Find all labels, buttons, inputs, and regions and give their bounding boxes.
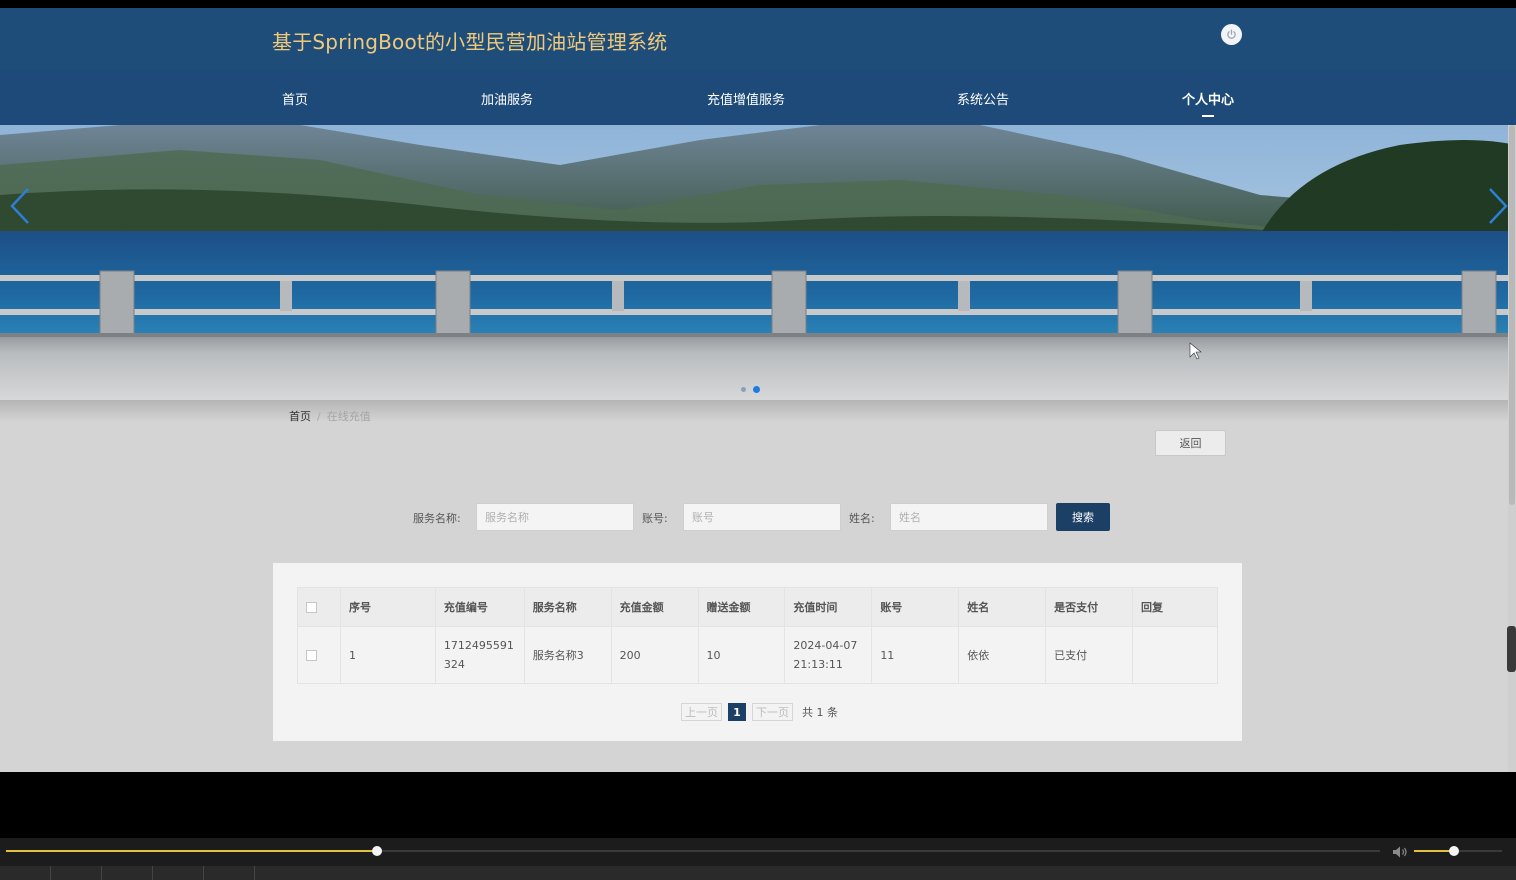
- table-cell: 2024-04-07 21:13:11: [784, 626, 873, 684]
- row-checkbox[interactable]: [306, 650, 317, 661]
- name-input[interactable]: [890, 503, 1048, 531]
- search-button[interactable]: 搜索: [1056, 503, 1110, 531]
- table-header-row: 序号 充值编号 服务名称 充值金额 赠送金额 充值时间 账号 姓名 是否支付 回…: [297, 587, 1219, 627]
- site-title: 基于SpringBoot的小型民营加油站管理系统: [272, 30, 668, 54]
- volume-fill: [1414, 850, 1454, 852]
- table-cell: 服务名称3: [523, 626, 612, 684]
- top-header: 基于SpringBoot的小型民营加油站管理系统: [0, 8, 1516, 70]
- power-icon[interactable]: [1221, 24, 1242, 45]
- column-header[interactable]: 服务名称: [523, 587, 612, 627]
- breadcrumb-current: 在线充值: [326, 410, 371, 423]
- carousel-dot-active[interactable]: [753, 386, 760, 393]
- row-select-cell: [297, 626, 341, 684]
- nav-item-fuel-service[interactable]: 加油服务: [481, 89, 533, 108]
- account-label: 账号:: [642, 512, 668, 525]
- page-number-current[interactable]: 1: [728, 703, 746, 721]
- banner-image: [0, 125, 1516, 400]
- carousel-dot[interactable]: [741, 387, 746, 392]
- column-header[interactable]: 账号: [871, 587, 960, 627]
- column-header[interactable]: 姓名: [958, 587, 1047, 627]
- select-all-checkbox[interactable]: [306, 602, 317, 613]
- table-cell: 1: [339, 626, 436, 684]
- nav-active-indicator: [1202, 115, 1214, 117]
- back-button[interactable]: 返回: [1155, 430, 1226, 456]
- column-header[interactable]: 是否支付: [1045, 587, 1133, 627]
- bottom-strip: [0, 866, 1516, 880]
- breadcrumb-separator: /: [317, 410, 321, 423]
- table-row[interactable]: 1 1712495591324 服务名称3 200 10 2024-04-07 …: [297, 626, 1219, 684]
- banner-shadow: [0, 400, 1508, 422]
- table-cell: 11: [871, 626, 960, 684]
- nav-item-recharge-service[interactable]: 充值增值服务: [707, 89, 785, 108]
- table-cell: [1131, 626, 1219, 684]
- table-cell: 1712495591324: [434, 626, 525, 684]
- strip-divider: [203, 866, 204, 880]
- table-cell: 依依: [958, 626, 1047, 684]
- column-header[interactable]: 序号: [339, 587, 436, 627]
- banner-carousel[interactable]: [0, 125, 1516, 400]
- side-handle[interactable]: [1507, 626, 1516, 672]
- total-count: 共 1 条: [802, 706, 838, 719]
- progress-fill: [6, 850, 377, 852]
- column-header[interactable]: 赠送金额: [697, 587, 786, 627]
- table-cell: 已支付: [1045, 626, 1133, 684]
- progress-knob[interactable]: [371, 846, 382, 856]
- nav-item-home[interactable]: 首页: [282, 89, 308, 108]
- app-window: 基于SpringBoot的小型民营加油站管理系统 首页 加油服务 充值增值服务 …: [0, 0, 1516, 880]
- volume-icon[interactable]: [1392, 844, 1408, 858]
- nav-item-personal-center[interactable]: 个人中心: [1182, 89, 1234, 108]
- breadcrumb: 首页 / 在线充值: [289, 408, 371, 424]
- column-header[interactable]: 充值编号: [434, 587, 525, 627]
- carousel-indicators: [741, 386, 760, 393]
- main-nav: 首页 加油服务 充值增值服务 系统公告 个人中心: [0, 70, 1516, 125]
- select-all-cell: [297, 587, 341, 627]
- strip-divider: [101, 866, 102, 880]
- volume-knob[interactable]: [1448, 846, 1459, 856]
- next-page-button[interactable]: 下一页: [752, 703, 793, 721]
- strip-divider: [254, 866, 255, 880]
- account-input[interactable]: [683, 503, 841, 531]
- column-header[interactable]: 充值时间: [784, 587, 873, 627]
- breadcrumb-home[interactable]: 首页: [289, 410, 311, 423]
- strip-divider: [152, 866, 153, 880]
- strip-divider: [50, 866, 51, 880]
- nav-item-announcements[interactable]: 系统公告: [957, 89, 1009, 108]
- table-cell: 10: [697, 626, 786, 684]
- column-header[interactable]: 回复: [1131, 587, 1219, 627]
- column-header[interactable]: 充值金额: [610, 587, 699, 627]
- table-cell: 200: [610, 626, 699, 684]
- service-name-input[interactable]: [476, 503, 634, 531]
- page-scrollbar-thumb[interactable]: [1509, 125, 1515, 505]
- service-name-label: 服务名称:: [413, 512, 461, 525]
- recharge-table: 序号 充值编号 服务名称 充值金额 赠送金额 充值时间 账号 姓名 是否支付 回…: [297, 587, 1219, 684]
- prev-page-button[interactable]: 上一页: [681, 703, 722, 721]
- chevron-left-icon[interactable]: [6, 185, 36, 227]
- name-label: 姓名:: [849, 512, 875, 525]
